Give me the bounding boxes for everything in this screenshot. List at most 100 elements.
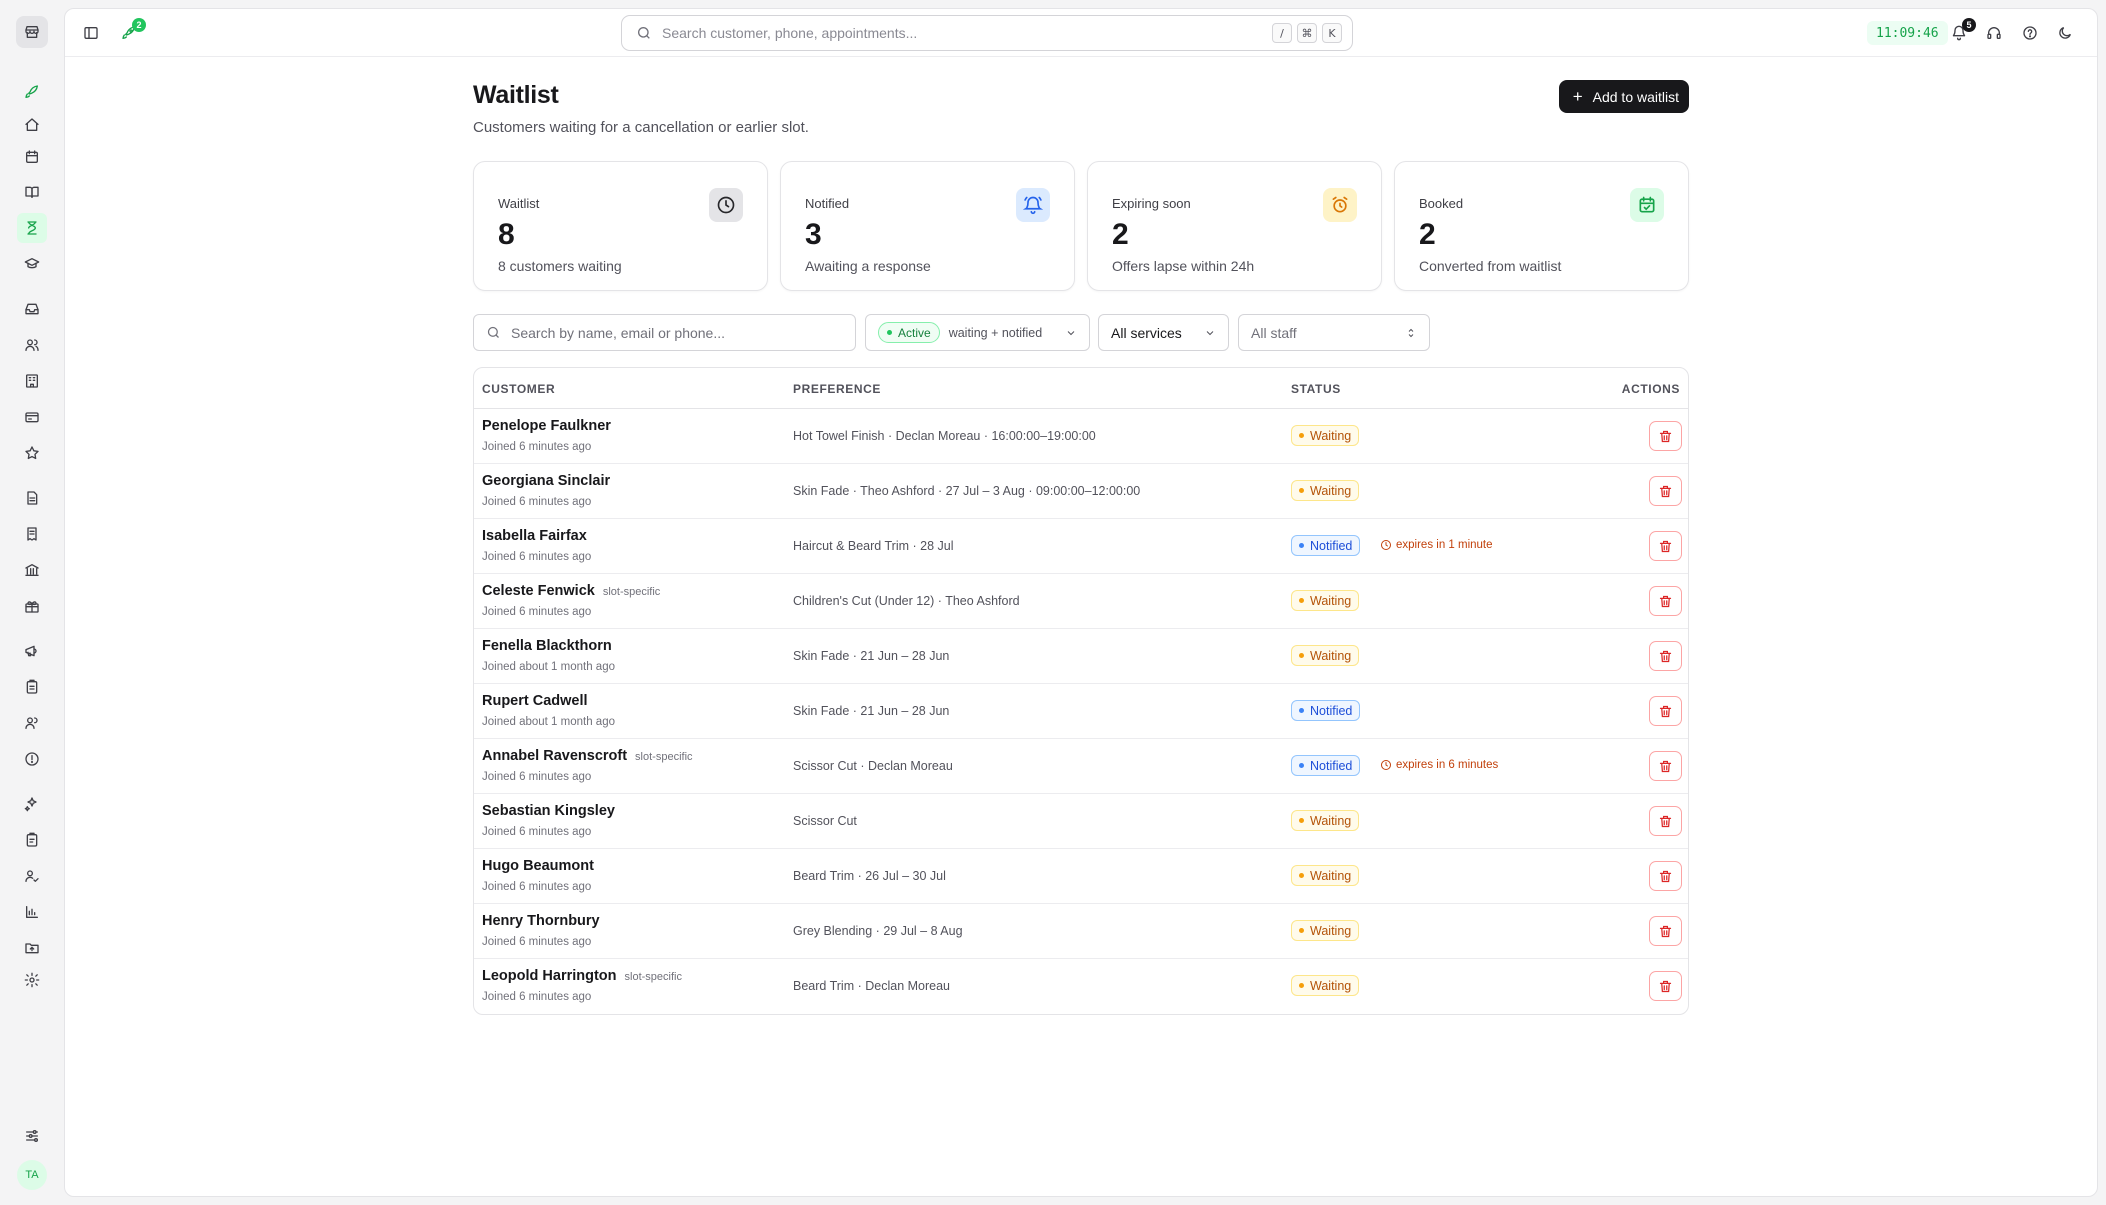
sidebar-megaphone-icon[interactable] bbox=[20, 639, 44, 663]
trash-icon bbox=[1659, 595, 1672, 607]
customer-name[interactable]: Celeste Fenwick slot-specific bbox=[482, 583, 660, 599]
sidebar-alert-icon[interactable] bbox=[20, 747, 44, 771]
table-row[interactable]: Isabella Fairfax Joined 6 minutes ago Hair… bbox=[474, 519, 1688, 574]
customer-search-input[interactable] bbox=[511, 324, 843, 341]
services-select-value: All services bbox=[1111, 324, 1182, 341]
sidebar-team-icon[interactable] bbox=[20, 711, 44, 735]
table-row[interactable]: Georgiana Sinclair Joined 6 minutes ago Sk… bbox=[474, 464, 1688, 519]
sidebar-rocket-icon[interactable] bbox=[20, 80, 44, 104]
status-dot bbox=[887, 330, 892, 335]
customer-name[interactable]: Annabel Ravenscroft slot-specific bbox=[482, 748, 693, 764]
sidebar-card-icon[interactable] bbox=[20, 405, 44, 429]
customer-name[interactable]: Fenella Blackthorn bbox=[482, 638, 612, 654]
sidebar-clipboard-icon[interactable] bbox=[20, 675, 44, 699]
sidebar-file-icon[interactable] bbox=[20, 486, 44, 510]
global-search[interactable]: / ⌘ K bbox=[621, 15, 1353, 51]
customer-name[interactable]: Isabella Fairfax bbox=[482, 528, 587, 544]
sidebar-building-icon[interactable] bbox=[20, 369, 44, 393]
status-label: Notified bbox=[1310, 538, 1353, 553]
table-row[interactable]: Hugo Beaumont Joined 6 minutes ago Beard T… bbox=[474, 849, 1688, 904]
preference: Skin Fade · 21 Jun – 28 Jun bbox=[793, 649, 950, 663]
stat-label: Booked bbox=[1419, 196, 1464, 211]
sidebar-cap-icon[interactable] bbox=[20, 252, 44, 276]
table-row[interactable]: Henry Thornbury Joined 6 minutes ago Grey … bbox=[474, 904, 1688, 959]
help-icon[interactable] bbox=[2020, 23, 2040, 43]
status-label: Waiting bbox=[1310, 978, 1352, 993]
preference: Skin Fade · 21 Jun – 28 Jun bbox=[793, 704, 950, 718]
status-badge: Waiting bbox=[1291, 865, 1360, 886]
sidebar-sparkles-icon[interactable] bbox=[20, 792, 44, 816]
preference: Beard Trim · Declan Moreau bbox=[793, 979, 951, 993]
sidebar-users-icon[interactable] bbox=[20, 333, 44, 357]
sidebar-usercheck-icon[interactable] bbox=[20, 864, 44, 888]
stat-desc: 8 customers waiting bbox=[498, 258, 622, 274]
customer-search[interactable] bbox=[473, 314, 856, 351]
status-badge: Waiting bbox=[1291, 590, 1360, 611]
customer-name[interactable]: Penelope Faulkner bbox=[482, 418, 611, 434]
table-row[interactable]: Leopold Harrington slot-specific Joined 6 … bbox=[474, 959, 1688, 1014]
customer-name[interactable]: Henry Thornbury bbox=[482, 913, 600, 929]
status-label: Waiting bbox=[1310, 813, 1352, 828]
sidebar-star-icon[interactable] bbox=[20, 441, 44, 465]
sidebar-calendar-icon[interactable] bbox=[20, 145, 44, 169]
rocket-icon[interactable]: 2 bbox=[119, 18, 146, 43]
delete-button[interactable] bbox=[1649, 751, 1682, 781]
dark-mode-icon[interactable] bbox=[2055, 23, 2075, 43]
delete-button[interactable] bbox=[1649, 476, 1682, 506]
customer-name[interactable]: Georgiana Sinclair bbox=[482, 473, 610, 489]
store-logo-icon[interactable] bbox=[16, 16, 48, 48]
user-avatar[interactable]: TA bbox=[17, 1160, 47, 1190]
table-row[interactable]: Rupert Cadwell Joined about 1 month ago Sk… bbox=[474, 684, 1688, 739]
delete-button[interactable] bbox=[1649, 421, 1682, 451]
preference: Skin Fade · Theo Ashford · 27 Jul – 3 Au… bbox=[793, 484, 1141, 498]
delete-button[interactable] bbox=[1649, 696, 1682, 726]
sidebar-book-icon[interactable] bbox=[20, 180, 44, 204]
add-to-waitlist-button[interactable]: + Add to waitlist bbox=[1558, 80, 1689, 113]
stat-card-waitlist: Waitlist 8 8 customers waiting bbox=[473, 161, 768, 291]
bell-icon[interactable]: 5 bbox=[1949, 18, 1976, 43]
headset-icon[interactable] bbox=[1984, 23, 2004, 43]
sidebar-clipboard2-icon[interactable] bbox=[20, 828, 44, 852]
stat-desc: Converted from waitlist bbox=[1419, 258, 1562, 274]
sidebar-gear-icon[interactable] bbox=[20, 968, 44, 992]
table-row[interactable]: Annabel Ravenscroft slot-specific Joined 6… bbox=[474, 739, 1688, 794]
delete-button[interactable] bbox=[1649, 641, 1682, 671]
sidebar-hourglass-icon[interactable] bbox=[17, 213, 47, 243]
delete-button[interactable] bbox=[1649, 861, 1682, 891]
sidebar-receipt-icon[interactable] bbox=[20, 522, 44, 546]
sidebar-toggle-icon[interactable] bbox=[81, 23, 101, 43]
delete-button[interactable] bbox=[1649, 806, 1682, 836]
staff-select[interactable]: All staff bbox=[1238, 314, 1430, 351]
delete-button[interactable] bbox=[1649, 586, 1682, 616]
expiry-text: expires in 1 minute bbox=[1396, 539, 1493, 551]
customer-name[interactable]: Leopold Harrington slot-specific bbox=[482, 968, 682, 984]
sidebar-chart-icon[interactable] bbox=[20, 900, 44, 924]
sliders-icon[interactable] bbox=[20, 1124, 44, 1148]
services-select[interactable]: All services bbox=[1098, 314, 1229, 351]
table-row[interactable]: Sebastian Kingsley Joined 6 minutes ago Sc… bbox=[474, 794, 1688, 849]
table-row[interactable]: Fenella Blackthorn Joined about 1 month a… bbox=[474, 629, 1688, 684]
trash-icon bbox=[1659, 815, 1672, 827]
delete-button[interactable] bbox=[1649, 971, 1682, 1001]
stat-label: Notified bbox=[805, 196, 850, 211]
status-badge: Waiting bbox=[1291, 975, 1360, 996]
customer-name[interactable]: Sebastian Kingsley bbox=[482, 803, 615, 819]
table-header: CUSTOMER PREFERENCE STATUS ACTIONS bbox=[474, 368, 1688, 409]
header-preference: PREFERENCE bbox=[793, 382, 882, 396]
sidebar-gift-icon[interactable] bbox=[20, 594, 44, 618]
delete-button[interactable] bbox=[1649, 916, 1682, 946]
table-row[interactable]: Celeste Fenwick slot-specific Joined 6 min… bbox=[474, 574, 1688, 629]
global-search-input[interactable] bbox=[662, 25, 1262, 41]
trash-icon bbox=[1659, 485, 1672, 497]
customer-name[interactable]: Hugo Beaumont bbox=[482, 858, 594, 874]
customer-name-text: Celeste Fenwick bbox=[482, 583, 595, 599]
sidebar-home-icon[interactable] bbox=[20, 113, 44, 137]
sidebar-bank-icon[interactable] bbox=[20, 558, 44, 582]
status-filter[interactable]: Active waiting + notified bbox=[865, 314, 1090, 351]
delete-button[interactable] bbox=[1649, 531, 1682, 561]
table-row[interactable]: Penelope Faulkner Joined 6 minutes ago Hot… bbox=[474, 409, 1688, 464]
sidebar-inbox-icon[interactable] bbox=[20, 297, 44, 321]
customer-name[interactable]: Rupert Cadwell bbox=[482, 693, 588, 709]
trash-icon bbox=[1659, 760, 1672, 772]
sidebar-folder-icon[interactable] bbox=[20, 936, 44, 960]
